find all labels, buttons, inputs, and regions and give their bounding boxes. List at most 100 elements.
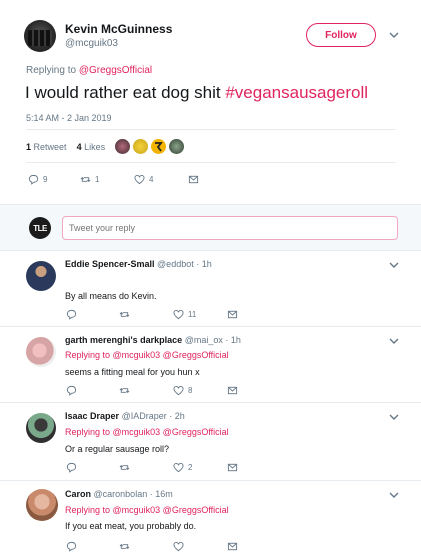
like-action[interactable]: 8: [173, 385, 192, 396]
heart-icon: [134, 174, 145, 185]
reply-action[interactable]: [66, 541, 77, 552]
reply-input[interactable]: [62, 216, 398, 240]
message-action[interactable]: [227, 385, 238, 396]
retweet-action[interactable]: [119, 309, 130, 320]
reply-count: 9: [43, 175, 48, 184]
reply-header: Isaac Draper @IADraper · 2h: [65, 411, 185, 421]
author-name[interactable]: Kevin McGuinness: [65, 22, 172, 36]
heart-icon: [173, 385, 184, 396]
replying-link[interactable]: @GreggsOfficial: [79, 65, 152, 76]
envelope-icon: [227, 541, 238, 552]
liker-avatar[interactable]: [151, 139, 166, 154]
like-action[interactable]: 2: [173, 462, 192, 473]
reply-text: seems a fitting meal for you hun x: [65, 367, 200, 377]
message-action[interactable]: [227, 462, 238, 473]
reply-replying-to[interactable]: Replying to @mcguik03 @GreggsOfficial: [65, 505, 229, 515]
envelope-icon: [227, 385, 238, 396]
reply-text: By all means do Kevin.: [65, 291, 157, 301]
avatar[interactable]: [26, 489, 58, 521]
like-action[interactable]: [173, 541, 188, 552]
retweet-icon: [80, 174, 91, 185]
reply-tweet[interactable]: Eddie Spencer-Small @eddbot · 1h By all …: [0, 251, 421, 327]
likers-avatars: [115, 139, 184, 154]
retweet-action[interactable]: [119, 385, 130, 396]
hashtag-link[interactable]: #vegansausageroll: [225, 83, 368, 102]
message-action[interactable]: [188, 174, 199, 185]
reply-action[interactable]: [66, 309, 77, 320]
reply-meta[interactable]: @IADraper · 2h: [122, 411, 185, 421]
chevron-down-icon[interactable]: [388, 412, 400, 422]
reply-author-name[interactable]: garth merenghi's darkplace: [65, 335, 182, 345]
reply-text: If you eat meat, you probably do.: [65, 521, 197, 531]
avatar[interactable]: [24, 20, 56, 52]
reply-replying-to[interactable]: Replying to @mcguik03 @GreggsOfficial: [65, 350, 229, 360]
divider: [26, 129, 396, 130]
reply-action[interactable]: 9: [28, 174, 47, 185]
retweet-stat-label: Retweet: [33, 142, 67, 152]
message-action[interactable]: [227, 541, 238, 552]
reply-tweet[interactable]: garth merenghi's darkplace @mai_ox · 1h …: [0, 327, 421, 403]
reply-author-name[interactable]: Isaac Draper: [65, 411, 119, 421]
liker-avatar[interactable]: [169, 139, 184, 154]
like-stat[interactable]: 4 Likes: [77, 142, 106, 152]
retweet-icon: [119, 462, 130, 473]
chevron-down-icon[interactable]: [388, 336, 400, 346]
chevron-down-icon[interactable]: [388, 490, 400, 500]
heart-icon: [173, 309, 184, 320]
like-count: 8: [188, 386, 193, 395]
reply-tweet[interactable]: Caron @caronbolan · 16m Replying to @mcg…: [0, 481, 421, 558]
divider: [26, 162, 396, 163]
current-user-avatar[interactable]: TLE: [29, 217, 51, 239]
like-count: 2: [188, 463, 193, 472]
tweet-timestamp[interactable]: 5:14 AM - 2 Jan 2019: [26, 113, 112, 123]
reply-meta[interactable]: @caronbolan · 16m: [94, 489, 173, 499]
retweet-action[interactable]: 1: [80, 174, 99, 185]
tweet-stats: 1 Retweet 4 Likes: [26, 142, 105, 152]
reply-icon: [28, 174, 39, 185]
reply-author-name[interactable]: Caron: [65, 489, 91, 499]
retweet-stat[interactable]: 1 Retweet: [26, 142, 67, 152]
author-handle[interactable]: @mcguik03: [65, 38, 118, 49]
reply-action[interactable]: [66, 462, 77, 473]
reply-header: Caron @caronbolan · 16m: [65, 489, 173, 499]
follow-button[interactable]: Follow: [306, 23, 376, 47]
reply-icon: [66, 462, 77, 473]
reply-replying-to[interactable]: Replying to @mcguik03 @GreggsOfficial: [65, 427, 229, 437]
message-action[interactable]: [227, 309, 238, 320]
retweet-icon: [119, 309, 130, 320]
reply-action[interactable]: [66, 385, 77, 396]
retweet-count: 1: [95, 175, 100, 184]
heart-icon: [173, 541, 184, 552]
envelope-icon: [188, 174, 199, 185]
envelope-icon: [227, 462, 238, 473]
reply-meta[interactable]: @mai_ox · 1h: [185, 335, 241, 345]
reply-tweet[interactable]: Isaac Draper @IADraper · 2h Replying to …: [0, 403, 421, 481]
like-action[interactable]: 11: [173, 309, 196, 320]
chevron-down-icon[interactable]: [388, 260, 400, 270]
avatar[interactable]: [26, 337, 56, 367]
like-action[interactable]: 4: [134, 174, 153, 185]
retweet-action[interactable]: [119, 462, 130, 473]
liker-avatar[interactable]: [115, 139, 130, 154]
reply-author-name[interactable]: Eddie Spencer-Small: [65, 259, 155, 269]
reply-icon: [66, 541, 77, 552]
like-stat-label: Likes: [84, 142, 106, 152]
tweet-text-plain: I would rather eat dog shit: [25, 83, 226, 102]
retweet-icon: [119, 385, 130, 396]
reply-header: Eddie Spencer-Small @eddbot · 1h: [65, 259, 212, 269]
avatar[interactable]: [26, 261, 56, 291]
replying-prefix: Replying to: [26, 65, 77, 76]
reply-icon: [66, 309, 77, 320]
main-tweet: Kevin McGuinness @mcguik03 Follow Replyi…: [0, 0, 421, 200]
chevron-down-icon[interactable]: [388, 30, 400, 40]
avatar[interactable]: [26, 413, 56, 443]
like-count-action: 4: [149, 175, 154, 184]
replying-to: Replying to @GreggsOfficial: [26, 65, 152, 76]
heart-icon: [173, 462, 184, 473]
reply-icon: [66, 385, 77, 396]
envelope-icon: [227, 309, 238, 320]
retweet-action[interactable]: [119, 541, 130, 552]
reply-meta[interactable]: @eddbot · 1h: [157, 259, 212, 269]
liker-avatar[interactable]: [133, 139, 148, 154]
reply-header: garth merenghi's darkplace @mai_ox · 1h: [65, 335, 241, 345]
